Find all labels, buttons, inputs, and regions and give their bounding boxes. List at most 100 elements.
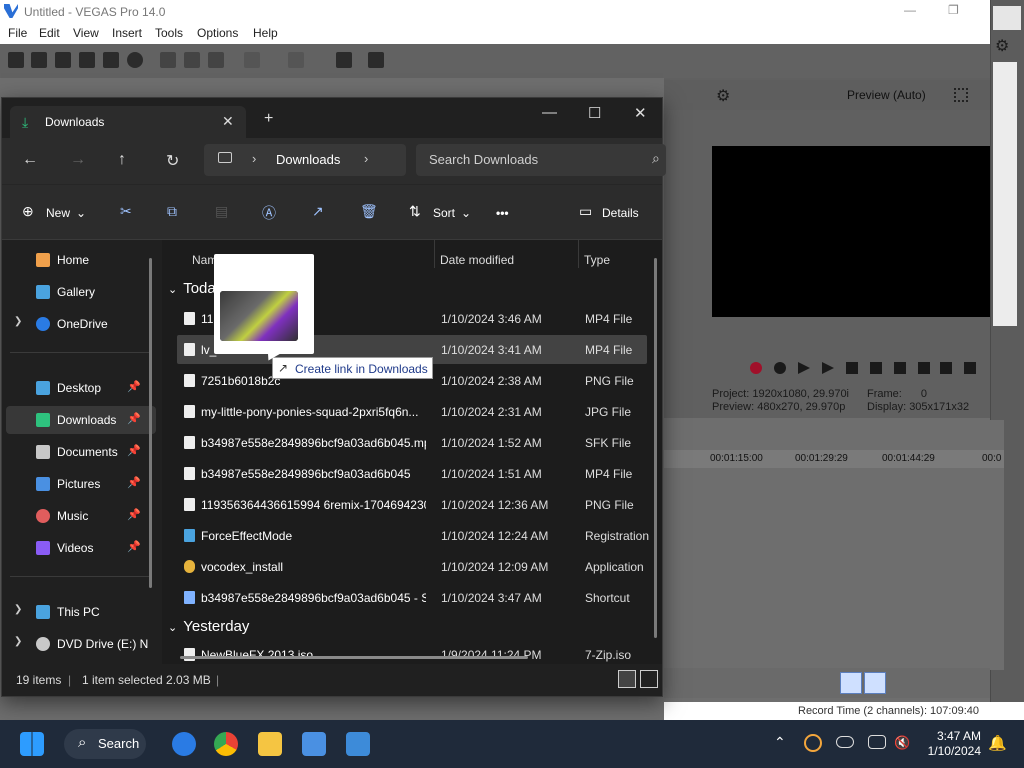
chevron-up-icon[interactable]: ⌃ xyxy=(774,734,786,751)
paste-icon[interactable]: ▤ xyxy=(215,203,228,220)
help-cursor-icon[interactable] xyxy=(368,52,384,68)
close-window-button[interactable]: ✕ xyxy=(634,104,647,122)
chevron-down-icon[interactable]: ⌄ xyxy=(168,622,177,634)
chevron-right-icon[interactable]: › xyxy=(252,151,256,166)
chevron-down-icon[interactable]: ⌄ xyxy=(76,206,86,220)
close-panel-icon[interactable] xyxy=(993,6,1021,30)
nav-item-desktop[interactable]: Desktop 📌 xyxy=(6,374,156,402)
share-icon[interactable]: ↗ xyxy=(312,203,324,220)
sort-button[interactable]: Sort xyxy=(433,206,455,220)
pin-icon[interactable]: 📌 xyxy=(127,540,141,553)
nav-item-this-pc[interactable]: ❯ This PC xyxy=(6,598,156,626)
pause-icon[interactable] xyxy=(846,362,858,374)
vegas-maximize-button[interactable]: ❐ xyxy=(948,3,959,17)
column-divider[interactable] xyxy=(434,240,435,268)
play-from-start-icon[interactable] xyxy=(798,362,810,374)
menu-tools[interactable]: Tools xyxy=(155,26,183,40)
rewind-icon[interactable] xyxy=(940,362,952,374)
pin-icon[interactable]: 📌 xyxy=(127,476,141,489)
notification-bell-icon[interactable]: 🔔 xyxy=(988,734,1007,752)
close-tab-icon[interactable]: ✕ xyxy=(222,113,234,130)
pin-icon[interactable]: 📌 xyxy=(127,508,141,521)
breadcrumb-location[interactable]: Downloads xyxy=(276,152,340,167)
table-row[interactable]: 119356364436615994 6remix-1704694230891 … xyxy=(177,490,647,519)
copy-icon[interactable]: ⧉ xyxy=(167,203,177,220)
cloud-icon[interactable] xyxy=(836,736,854,748)
next-frame-icon[interactable] xyxy=(918,362,930,374)
redo-icon[interactable] xyxy=(288,52,304,68)
more-options-button[interactable]: ••• xyxy=(496,206,509,220)
nav-item-downloads[interactable]: Downloads 📌 xyxy=(6,406,156,434)
new-plus-icon[interactable]: ⊕ xyxy=(22,203,34,220)
nav-item-music[interactable]: Music 📌 xyxy=(6,502,156,530)
open-folder-icon[interactable] xyxy=(31,52,47,68)
preview-settings-icon[interactable]: ⚙ xyxy=(716,86,730,106)
loop-icon[interactable] xyxy=(774,362,786,374)
save-icon[interactable] xyxy=(55,52,71,68)
nav-item-documents[interactable]: Documents 📌 xyxy=(6,438,156,466)
pin-icon[interactable]: 📌 xyxy=(127,380,141,393)
file-explorer-icon[interactable] xyxy=(258,732,282,756)
record-icon[interactable] xyxy=(750,362,762,374)
column-divider[interactable] xyxy=(578,240,579,268)
nav-item-onedrive[interactable]: ❯ OneDrive xyxy=(6,310,156,338)
refresh-icon[interactable]: ↻ xyxy=(166,151,179,171)
menu-help[interactable]: Help xyxy=(253,26,278,40)
address-bar[interactable]: › Downloads › xyxy=(204,144,406,176)
horizontal-scrollbar[interactable] xyxy=(180,656,528,659)
plugin-icon[interactable] xyxy=(336,52,352,68)
menu-file[interactable]: File xyxy=(8,26,27,40)
clock[interactable]: 3:47 AM 1/10/2024 xyxy=(915,729,981,759)
search-input[interactable]: Search Downloads ⌕ xyxy=(416,144,666,176)
new-tab-button[interactable]: + xyxy=(264,110,273,128)
nav-item-gallery[interactable]: Gallery xyxy=(6,278,156,306)
details-button[interactable]: Details xyxy=(602,206,639,220)
save-as-icon[interactable] xyxy=(79,52,95,68)
nav-item-dvd-drive[interactable]: ❯ DVD Drive (E:) N xyxy=(6,630,156,658)
edge-icon[interactable] xyxy=(172,732,196,756)
network-icon[interactable] xyxy=(868,735,886,749)
slider-track[interactable] xyxy=(993,62,1017,326)
table-row[interactable]: b34987e558e2849896bcf9a03ad6b045.mp... 1… xyxy=(177,428,647,457)
sync-icon[interactable] xyxy=(804,734,822,752)
delete-icon[interactable]: 🗑 xyxy=(360,203,378,220)
column-header-date[interactable]: Date modified xyxy=(440,253,514,267)
table-row[interactable]: ForceEffectMode 1/10/2024 12:24 AM Regis… xyxy=(177,521,649,550)
copy-icon[interactable] xyxy=(184,52,200,68)
tab-downloads[interactable]: ⤓ Downloads ✕ xyxy=(10,106,246,138)
cut-icon[interactable]: ✂ xyxy=(120,203,132,220)
back-icon[interactable]: ← xyxy=(22,151,38,169)
nav-item-videos[interactable]: Videos 📌 xyxy=(6,534,156,562)
vegas-icon[interactable] xyxy=(346,732,370,756)
play-icon[interactable] xyxy=(822,362,834,374)
search-icon[interactable]: ⌕ xyxy=(652,150,660,167)
properties-gear-icon[interactable] xyxy=(127,52,143,68)
up-icon[interactable]: ↑ xyxy=(118,151,126,169)
chevron-right-icon[interactable]: ❯ xyxy=(14,316,22,327)
minimize-button[interactable]: — xyxy=(542,104,557,121)
nav-item-pictures[interactable]: Pictures 📌 xyxy=(6,470,156,498)
details-pane-icon[interactable]: ▭ xyxy=(579,203,592,220)
menu-edit[interactable]: Edit xyxy=(39,26,60,40)
tiles-view-icon[interactable] xyxy=(640,670,658,688)
menu-view[interactable]: View xyxy=(73,26,99,40)
cut-icon[interactable] xyxy=(160,52,176,68)
paste-icon[interactable] xyxy=(208,52,224,68)
prev-frame-icon[interactable] xyxy=(894,362,906,374)
file-list-scrollbar[interactable] xyxy=(654,258,657,638)
grid-icon[interactable] xyxy=(954,88,968,102)
render-icon[interactable] xyxy=(103,52,119,68)
photos-icon[interactable] xyxy=(302,732,326,756)
windows-start-icon[interactable] xyxy=(20,732,44,756)
auto-crossfade-icon[interactable] xyxy=(864,672,886,694)
table-row[interactable]: NewBlueFX 2013.iso 1/9/2024 11:24 PM 7-Z… xyxy=(177,640,647,664)
rename-icon[interactable]: Ⓐ xyxy=(262,203,276,223)
new-button[interactable]: New xyxy=(46,206,70,220)
group-header-yesterday[interactable]: ⌄ Yesterday xyxy=(168,618,249,635)
chevron-right-icon[interactable]: ❯ xyxy=(14,604,22,615)
timeline-ruler[interactable]: 00:01:15:00 00:01:29:29 00:01:44:29 00:0 xyxy=(664,450,1004,468)
chrome-icon[interactable] xyxy=(214,732,238,756)
chevron-right-icon[interactable]: ❯ xyxy=(14,636,22,647)
volume-icon[interactable]: 🔇 xyxy=(894,735,910,751)
undo-icon[interactable] xyxy=(244,52,260,68)
